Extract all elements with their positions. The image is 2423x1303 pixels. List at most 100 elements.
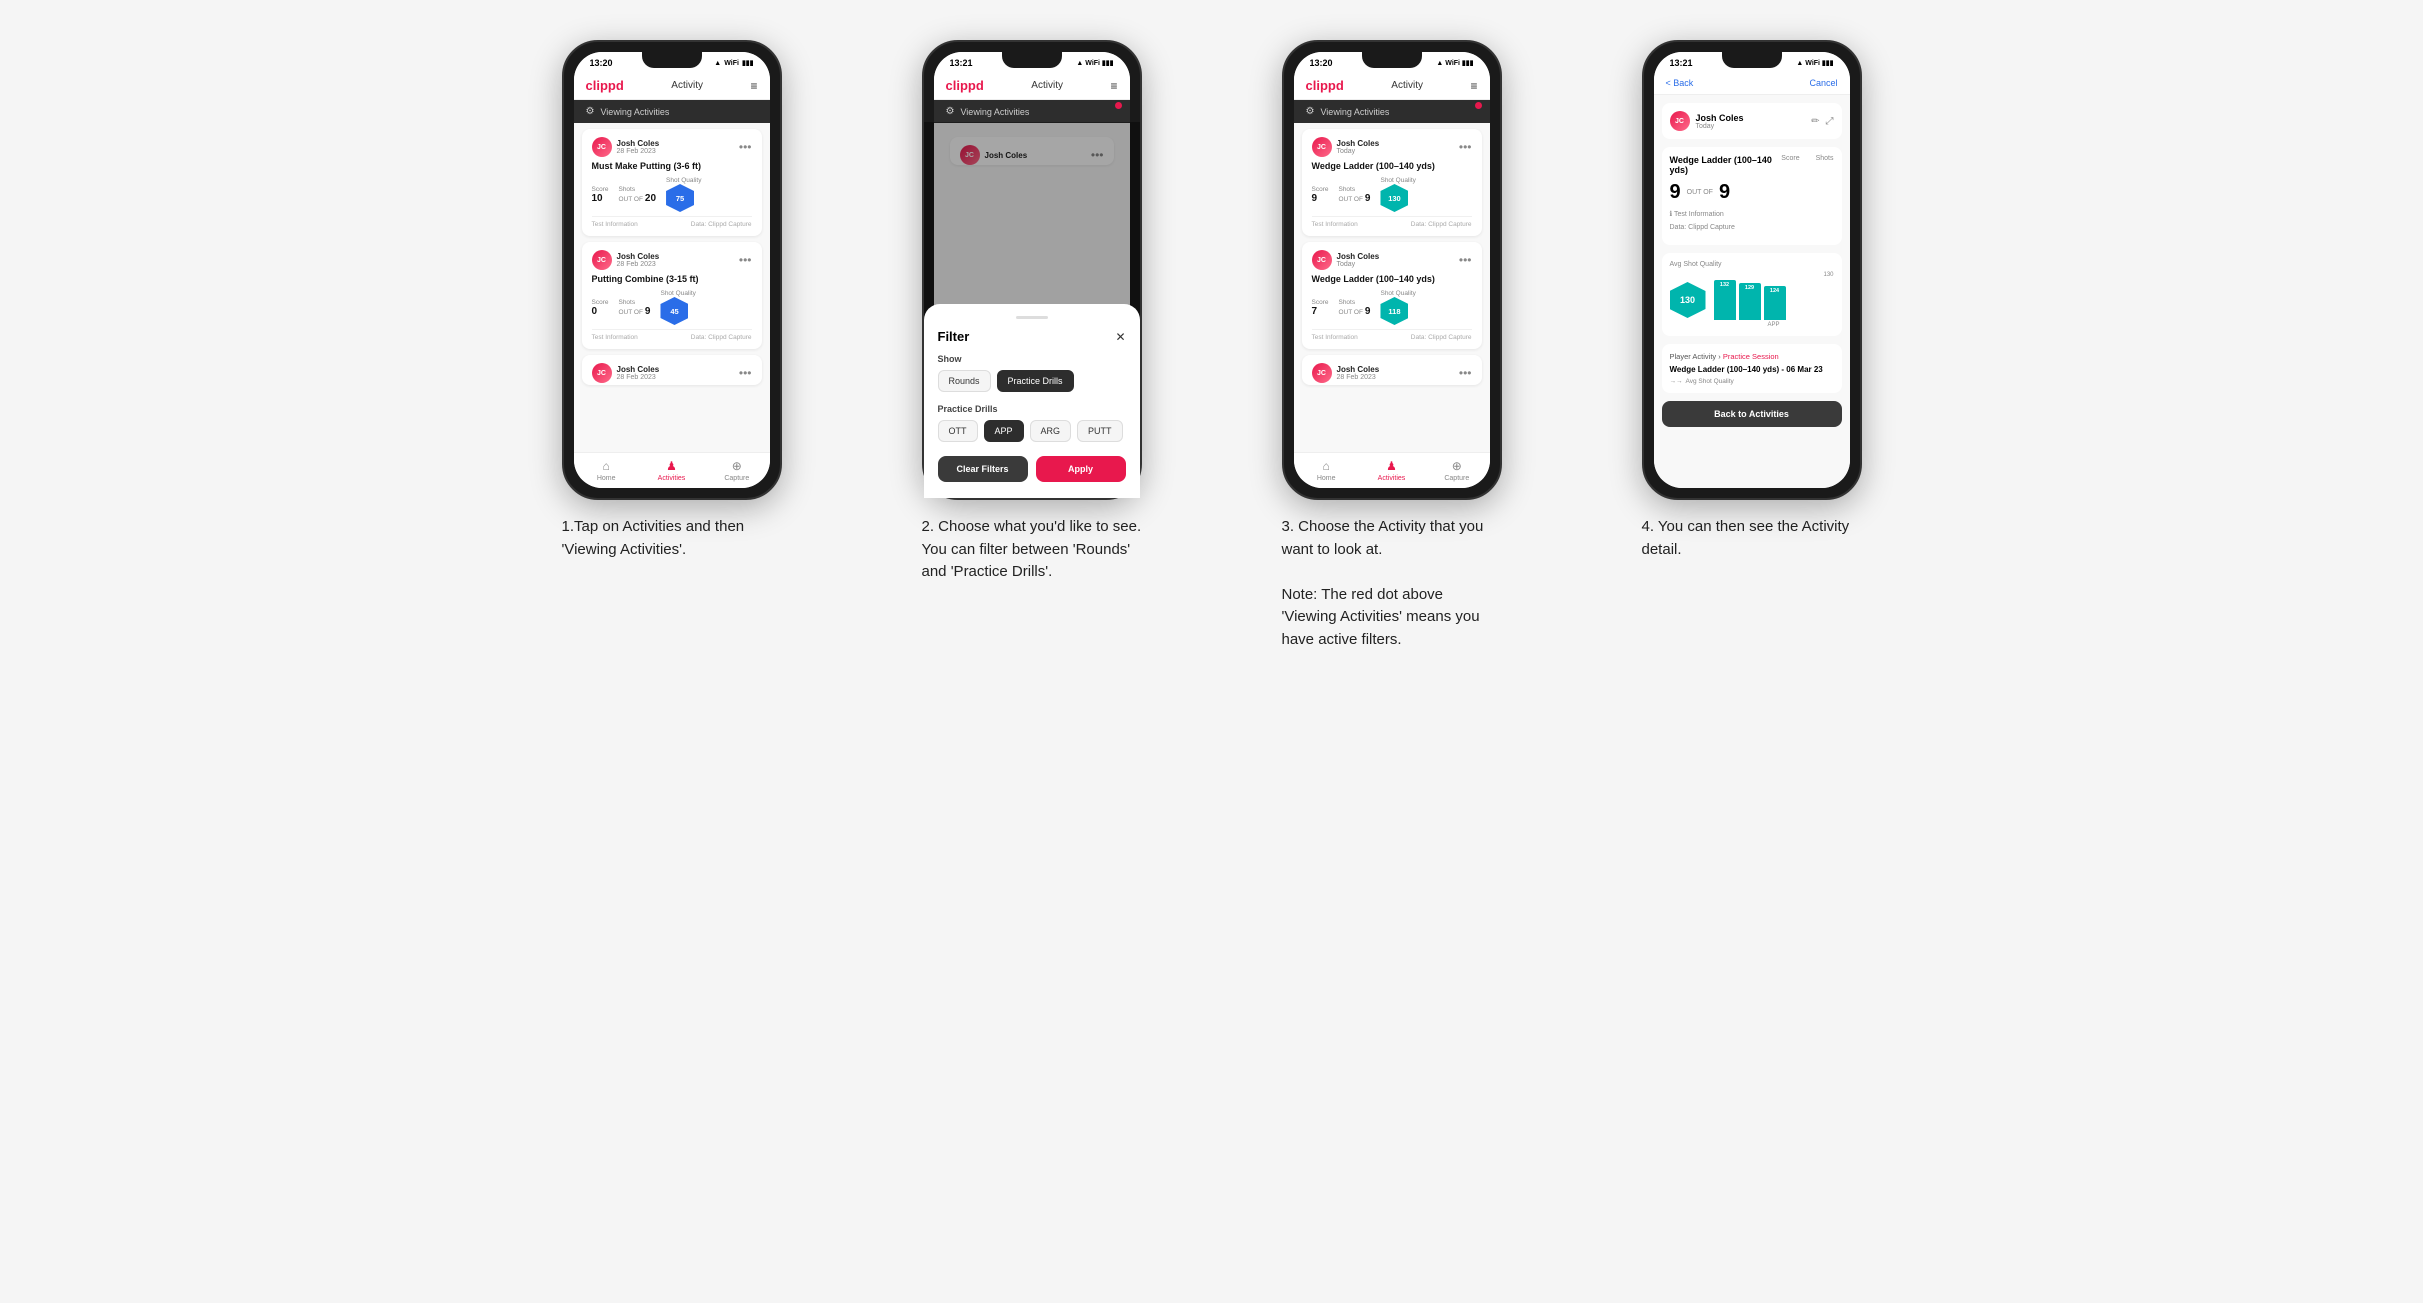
expand-icon-4[interactable]: ⤢ — [1826, 116, 1834, 127]
big-shots-4: 9 — [1719, 181, 1730, 204]
activity-item-1-3[interactable]: JC Josh Coles 28 Feb 2023 ••• — [582, 355, 762, 385]
app-header-2: clippd Activity ≡ — [934, 72, 1130, 100]
score-block-1-1: Score 10 — [592, 186, 609, 204]
nav-home-3[interactable]: ⌂ Home — [1294, 459, 1359, 482]
filter-icon-3: ⚙ — [1306, 106, 1315, 117]
status-icons-1: ▲ WiFi ▮▮▮ — [714, 59, 753, 67]
activity-item-3-3[interactable]: JC Josh Coles 28 Feb 2023 ••• — [1302, 355, 1482, 385]
phone-section-4: 13:21 ▲ WiFi ▮▮▮ < Back Cancel JC — [1592, 40, 1912, 651]
drill-app-2[interactable]: APP — [984, 420, 1024, 442]
chart-bars-4: 132 129 124 — [1714, 280, 1834, 320]
activity-footer-3-1: Test Information Data: Clippd Capture — [1312, 216, 1472, 228]
detail-content-4: JC Josh Coles Today ✏ ⤢ — [1654, 95, 1850, 488]
hamburger-menu-3[interactable]: ≡ — [1470, 79, 1477, 93]
avatar-3-1: JC — [1312, 137, 1332, 157]
more-dots-1-2[interactable]: ••• — [739, 253, 752, 267]
red-dot-2 — [1115, 102, 1122, 109]
drill-ott-2[interactable]: OTT — [938, 420, 978, 442]
info-text-4: ℹ Test Information — [1670, 210, 1834, 218]
cancel-button-4[interactable]: Cancel — [1809, 78, 1837, 88]
nav-home-label-1: Home — [597, 475, 616, 482]
nav-capture-3[interactable]: ⊕ Capture — [1424, 459, 1489, 482]
shot-quality-hex-1-2: 45 — [660, 297, 688, 325]
more-dots-1-1[interactable]: ••• — [739, 140, 752, 154]
edit-icon-4[interactable]: ✏ — [1811, 116, 1819, 127]
avatar-1-3: JC — [592, 363, 612, 383]
app-title-3: Activity — [1391, 80, 1423, 91]
nav-home-label-3: Home — [1317, 475, 1336, 482]
apply-button-2[interactable]: Apply — [1036, 456, 1126, 482]
toggle-drills-2[interactable]: Practice Drills — [997, 370, 1074, 392]
nav-capture-1[interactable]: ⊕ Capture — [704, 459, 769, 482]
activity-item-3-2[interactable]: JC Josh Coles Today ••• Wedge Ladder (10… — [1302, 242, 1482, 349]
phone-section-2: 13:21 ▲ WiFi ▮▮▮ clippd Activity ≡ ⚙ Vie… — [872, 40, 1192, 651]
more-dots-1-3[interactable]: ••• — [739, 366, 752, 380]
activity-item-1-2[interactable]: JC Josh Coles 28 Feb 2023 ••• Putting Co… — [582, 242, 762, 349]
big-score-4: 9 — [1670, 181, 1681, 204]
user-info-3-1: JC Josh Coles Today — [1312, 137, 1380, 157]
clear-filters-button-2[interactable]: Clear Filters — [938, 456, 1028, 482]
session-type-4[interactable]: Practice Session — [1723, 352, 1779, 361]
app-title-1: Activity — [671, 80, 703, 91]
caption-2: 2. Choose what you'd like to see. You ca… — [922, 516, 1142, 584]
user-row-1-2: JC Josh Coles 28 Feb 2023 ••• — [592, 250, 752, 270]
nav-activities-label-1: Activities — [658, 475, 686, 482]
more-dots-3-1[interactable]: ••• — [1459, 140, 1472, 154]
app-logo-2: clippd — [946, 78, 984, 93]
more-dots-3-2[interactable]: ••• — [1459, 253, 1472, 267]
modal-actions-2: Clear Filters Apply — [938, 456, 1126, 482]
drill-arg-2[interactable]: ARG — [1030, 420, 1072, 442]
shotquality-block-1-1: Shot Quality 75 — [666, 177, 701, 212]
avg-label-4: Avg Shot Quality — [1670, 261, 1834, 268]
stats-row-1-2: Score 0 Shots OUT OF 9 — [592, 290, 752, 325]
back-to-activities-button-4[interactable]: Back to Activities — [1662, 401, 1842, 427]
nav-activities-1[interactable]: ♟ Activities — [639, 459, 704, 482]
activity-item-3-1[interactable]: JC Josh Coles Today ••• Wedge Ladder (10… — [1302, 129, 1482, 236]
user-row-3-1: JC Josh Coles Today ••• — [1312, 137, 1472, 157]
detail-wedge-section-4: Wedge Ladder (100–140 yds) Score Shots 9… — [1662, 147, 1842, 245]
filter-icon-1: ⚙ — [586, 106, 595, 117]
shot-quality-hex-1-1: 75 — [666, 184, 694, 212]
notch-3 — [1362, 52, 1422, 68]
session-label-4: Player Activity › Practice Session — [1670, 352, 1834, 361]
caption-1: 1.Tap on Activities and then 'Viewing Ac… — [562, 516, 782, 561]
phone-1: 13:20 ▲ WiFi ▮▮▮ clippd Activity ≡ ⚙ V — [562, 40, 782, 500]
session-title-4: Wedge Ladder (100–140 yds) - 06 Mar 23 — [1670, 365, 1834, 374]
toggle-rounds-2[interactable]: Rounds — [938, 370, 991, 392]
data-capture-1-2: Data: Clippd Capture — [691, 334, 752, 341]
filter-bar-1[interactable]: ⚙ Viewing Activities — [574, 100, 770, 123]
filter-bar-3[interactable]: ⚙ Viewing Activities — [1294, 100, 1490, 123]
user-date-1-1: 28 Feb 2023 — [617, 148, 660, 155]
chart-top-val-4: 130 — [1714, 272, 1834, 278]
home-icon-1: ⌂ — [603, 459, 610, 473]
modal-header-2: Filter ✕ — [938, 329, 1126, 344]
detail-avatar-4: JC — [1670, 111, 1690, 131]
score-label-4: Score — [1781, 155, 1799, 162]
status-icons-2: ▲ WiFi ▮▮▮ — [1076, 59, 1113, 67]
bar-4-2: 129 — [1739, 283, 1761, 320]
hamburger-menu-2[interactable]: ≡ — [1110, 79, 1117, 93]
activities-icon-1: ♟ — [666, 459, 677, 473]
hamburger-menu-1[interactable]: ≡ — [750, 79, 757, 93]
back-button-4[interactable]: < Back — [1666, 78, 1694, 88]
shots-block-1-1: Shots OUT OF 20 — [618, 186, 656, 204]
activity-title-1-1: Must Make Putting (3-6 ft) — [592, 161, 752, 171]
shots-val-3-1: 9 — [1365, 193, 1371, 204]
modal-close-2[interactable]: ✕ — [1115, 330, 1125, 344]
notch-2 — [1002, 52, 1062, 68]
stats-row-1-1: Score 10 Shots OUT OF 20 — [592, 177, 752, 212]
status-time-1: 13:20 — [590, 58, 613, 68]
phone-3: 13:20 ▲ WiFi ▮▮▮ clippd Activity ≡ ⚙ Vie… — [1282, 40, 1502, 500]
stats-row-3-2: Score 7 Shots OUT OF 9 — [1312, 290, 1472, 325]
drill-putt-2[interactable]: PUTT — [1077, 420, 1123, 442]
outof-4: OUT OF — [1687, 189, 1713, 196]
user-row-1-3: JC Josh Coles 28 Feb 2023 ••• — [592, 363, 752, 383]
bar-4-1: 132 — [1714, 280, 1736, 320]
user-date-1-3: 28 Feb 2023 — [617, 374, 660, 381]
drills-label-2: Practice Drills — [938, 404, 1126, 414]
nav-activities-3[interactable]: ♟ Activities — [1359, 459, 1424, 482]
filter-bar-2[interactable]: ⚙ Viewing Activities — [934, 100, 1130, 123]
nav-home-1[interactable]: ⌂ Home — [574, 459, 639, 482]
app-header-3: clippd Activity ≡ — [1294, 72, 1490, 100]
activity-item-1-1[interactable]: JC Josh Coles 28 Feb 2023 ••• Must Make … — [582, 129, 762, 236]
